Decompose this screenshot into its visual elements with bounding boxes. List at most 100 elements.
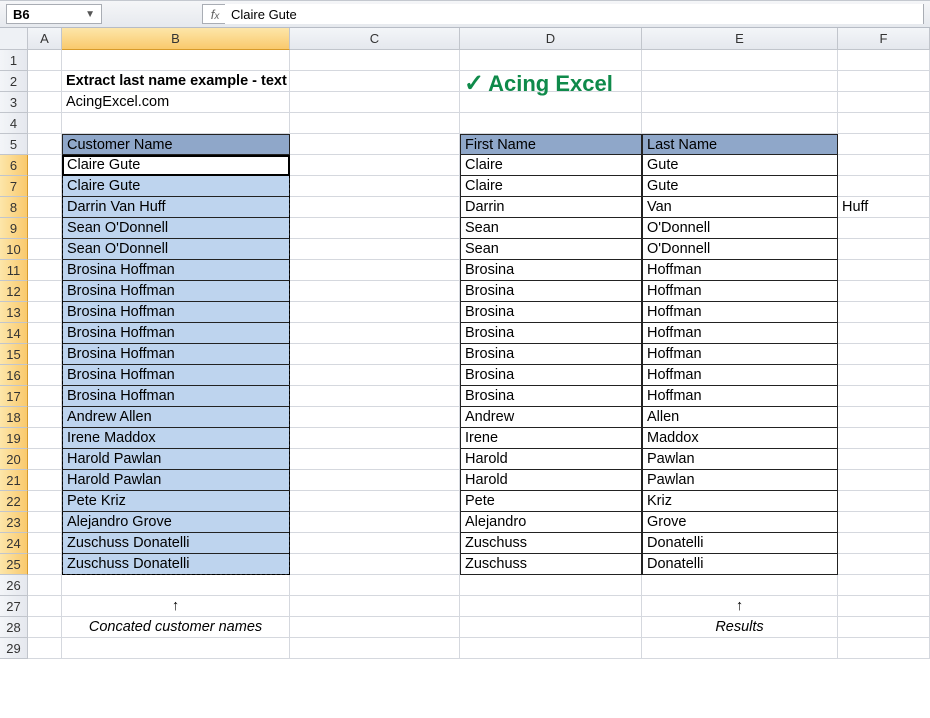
col-header-A[interactable]: A — [28, 28, 62, 50]
cell-first-name[interactable]: Andrew — [460, 407, 642, 428]
cell-overflow[interactable] — [838, 491, 930, 512]
cell-overflow[interactable] — [838, 260, 930, 281]
cell-first-name[interactable]: Harold — [460, 470, 642, 491]
cell-overflow[interactable] — [838, 386, 930, 407]
row-header[interactable]: 10 — [0, 239, 28, 260]
table-header-last-name[interactable]: Last Name — [642, 134, 838, 155]
cell-overflow[interactable] — [838, 155, 930, 176]
cell-first-name[interactable]: Claire — [460, 155, 642, 176]
cell-first-name[interactable]: Brosina — [460, 323, 642, 344]
cell-first-name[interactable]: Darrin — [460, 197, 642, 218]
col-header-C[interactable]: C — [290, 28, 460, 50]
chevron-down-icon[interactable]: ▼ — [85, 9, 95, 20]
cell-last-name[interactable]: Grove — [642, 512, 838, 533]
cell-overflow[interactable] — [838, 281, 930, 302]
cell[interactable] — [460, 617, 642, 638]
cell-overflow[interactable] — [838, 365, 930, 386]
cell-last-name[interactable]: Donatelli — [642, 554, 838, 575]
cell[interactable] — [28, 197, 62, 218]
cell[interactable] — [290, 638, 460, 659]
cell-customer-name[interactable]: Harold Pawlan — [62, 449, 290, 470]
cell[interactable] — [28, 533, 62, 554]
row-header[interactable]: 12 — [0, 281, 28, 302]
cell[interactable] — [642, 575, 838, 596]
cell[interactable] — [460, 596, 642, 617]
col-header-D[interactable]: D — [460, 28, 642, 50]
row-header[interactable]: 18 — [0, 407, 28, 428]
row-header[interactable]: 13 — [0, 302, 28, 323]
cell-last-name[interactable]: Kriz — [642, 491, 838, 512]
cell-first-name[interactable]: Brosina — [460, 344, 642, 365]
cell[interactable] — [28, 155, 62, 176]
cell[interactable] — [290, 386, 460, 407]
title-cell[interactable]: Extract last name example - text to colu… — [62, 71, 290, 92]
cell-first-name[interactable]: Brosina — [460, 281, 642, 302]
cell[interactable] — [460, 113, 642, 134]
row-header[interactable]: 27 — [0, 596, 28, 617]
cell[interactable] — [28, 428, 62, 449]
row-header[interactable]: 4 — [0, 113, 28, 134]
cell[interactable] — [290, 134, 460, 155]
cell-customer-name[interactable]: Zuschuss Donatelli — [62, 533, 290, 554]
row-header[interactable]: 22 — [0, 491, 28, 512]
cell[interactable] — [290, 260, 460, 281]
cell-customer-name[interactable]: Brosina Hoffman — [62, 386, 290, 407]
select-all-corner[interactable] — [0, 28, 28, 50]
cell-overflow[interactable] — [838, 533, 930, 554]
cell[interactable] — [290, 197, 460, 218]
cell[interactable] — [290, 71, 460, 92]
name-box[interactable]: B6 ▼ — [6, 4, 102, 24]
cell[interactable] — [28, 470, 62, 491]
row-header[interactable]: 15 — [0, 344, 28, 365]
cell[interactable] — [838, 575, 930, 596]
cell-overflow[interactable] — [838, 176, 930, 197]
cell[interactable] — [460, 50, 642, 71]
cell-overflow[interactable] — [838, 218, 930, 239]
cell-customer-name[interactable]: Claire Gute — [62, 155, 290, 176]
cell-last-name[interactable]: Hoffman — [642, 386, 838, 407]
cell-first-name[interactable]: Brosina — [460, 365, 642, 386]
cell-last-name[interactable]: Hoffman — [642, 344, 838, 365]
cell-customer-name[interactable]: Brosina Hoffman — [62, 365, 290, 386]
row-header[interactable]: 8 — [0, 197, 28, 218]
cell-customer-name[interactable]: Irene Maddox — [62, 428, 290, 449]
cell[interactable] — [838, 596, 930, 617]
cell[interactable] — [290, 407, 460, 428]
row-header[interactable]: 14 — [0, 323, 28, 344]
cell[interactable] — [28, 218, 62, 239]
cell[interactable] — [290, 323, 460, 344]
cell-last-name[interactable]: Maddox — [642, 428, 838, 449]
cell-overflow[interactable] — [838, 470, 930, 491]
cell-last-name[interactable]: Hoffman — [642, 302, 838, 323]
cell-last-name[interactable]: Pawlan — [642, 470, 838, 491]
cell[interactable] — [290, 50, 460, 71]
cell-last-name[interactable]: Gute — [642, 176, 838, 197]
table-header-customer-name[interactable]: Customer Name — [62, 134, 290, 155]
cell[interactable] — [28, 323, 62, 344]
cell[interactable] — [642, 92, 838, 113]
cell-first-name[interactable]: Pete — [460, 491, 642, 512]
cell-first-name[interactable]: Brosina — [460, 386, 642, 407]
row-header[interactable]: 21 — [0, 470, 28, 491]
cell[interactable] — [290, 554, 460, 575]
cell[interactable] — [290, 491, 460, 512]
cell-customer-name[interactable]: Zuschuss Donatelli — [62, 554, 290, 575]
cell-last-name[interactable]: Pawlan — [642, 449, 838, 470]
cell[interactable] — [290, 302, 460, 323]
cell[interactable] — [838, 92, 930, 113]
cell-customer-name[interactable]: Brosina Hoffman — [62, 281, 290, 302]
cell-last-name[interactable]: Hoffman — [642, 323, 838, 344]
cell-customer-name[interactable]: Alejandro Grove — [62, 512, 290, 533]
row-header[interactable]: 17 — [0, 386, 28, 407]
cell[interactable] — [28, 512, 62, 533]
cell[interactable] — [62, 50, 290, 71]
cell-customer-name[interactable]: Claire Gute — [62, 176, 290, 197]
cell-customer-name[interactable]: Andrew Allen — [62, 407, 290, 428]
cell-customer-name[interactable]: Brosina Hoffman — [62, 302, 290, 323]
cell[interactable] — [28, 365, 62, 386]
row-header[interactable]: 3 — [0, 92, 28, 113]
col-header-B[interactable]: B — [62, 28, 290, 50]
cell[interactable] — [290, 449, 460, 470]
cell-first-name[interactable]: Zuschuss — [460, 533, 642, 554]
cell[interactable] — [838, 113, 930, 134]
